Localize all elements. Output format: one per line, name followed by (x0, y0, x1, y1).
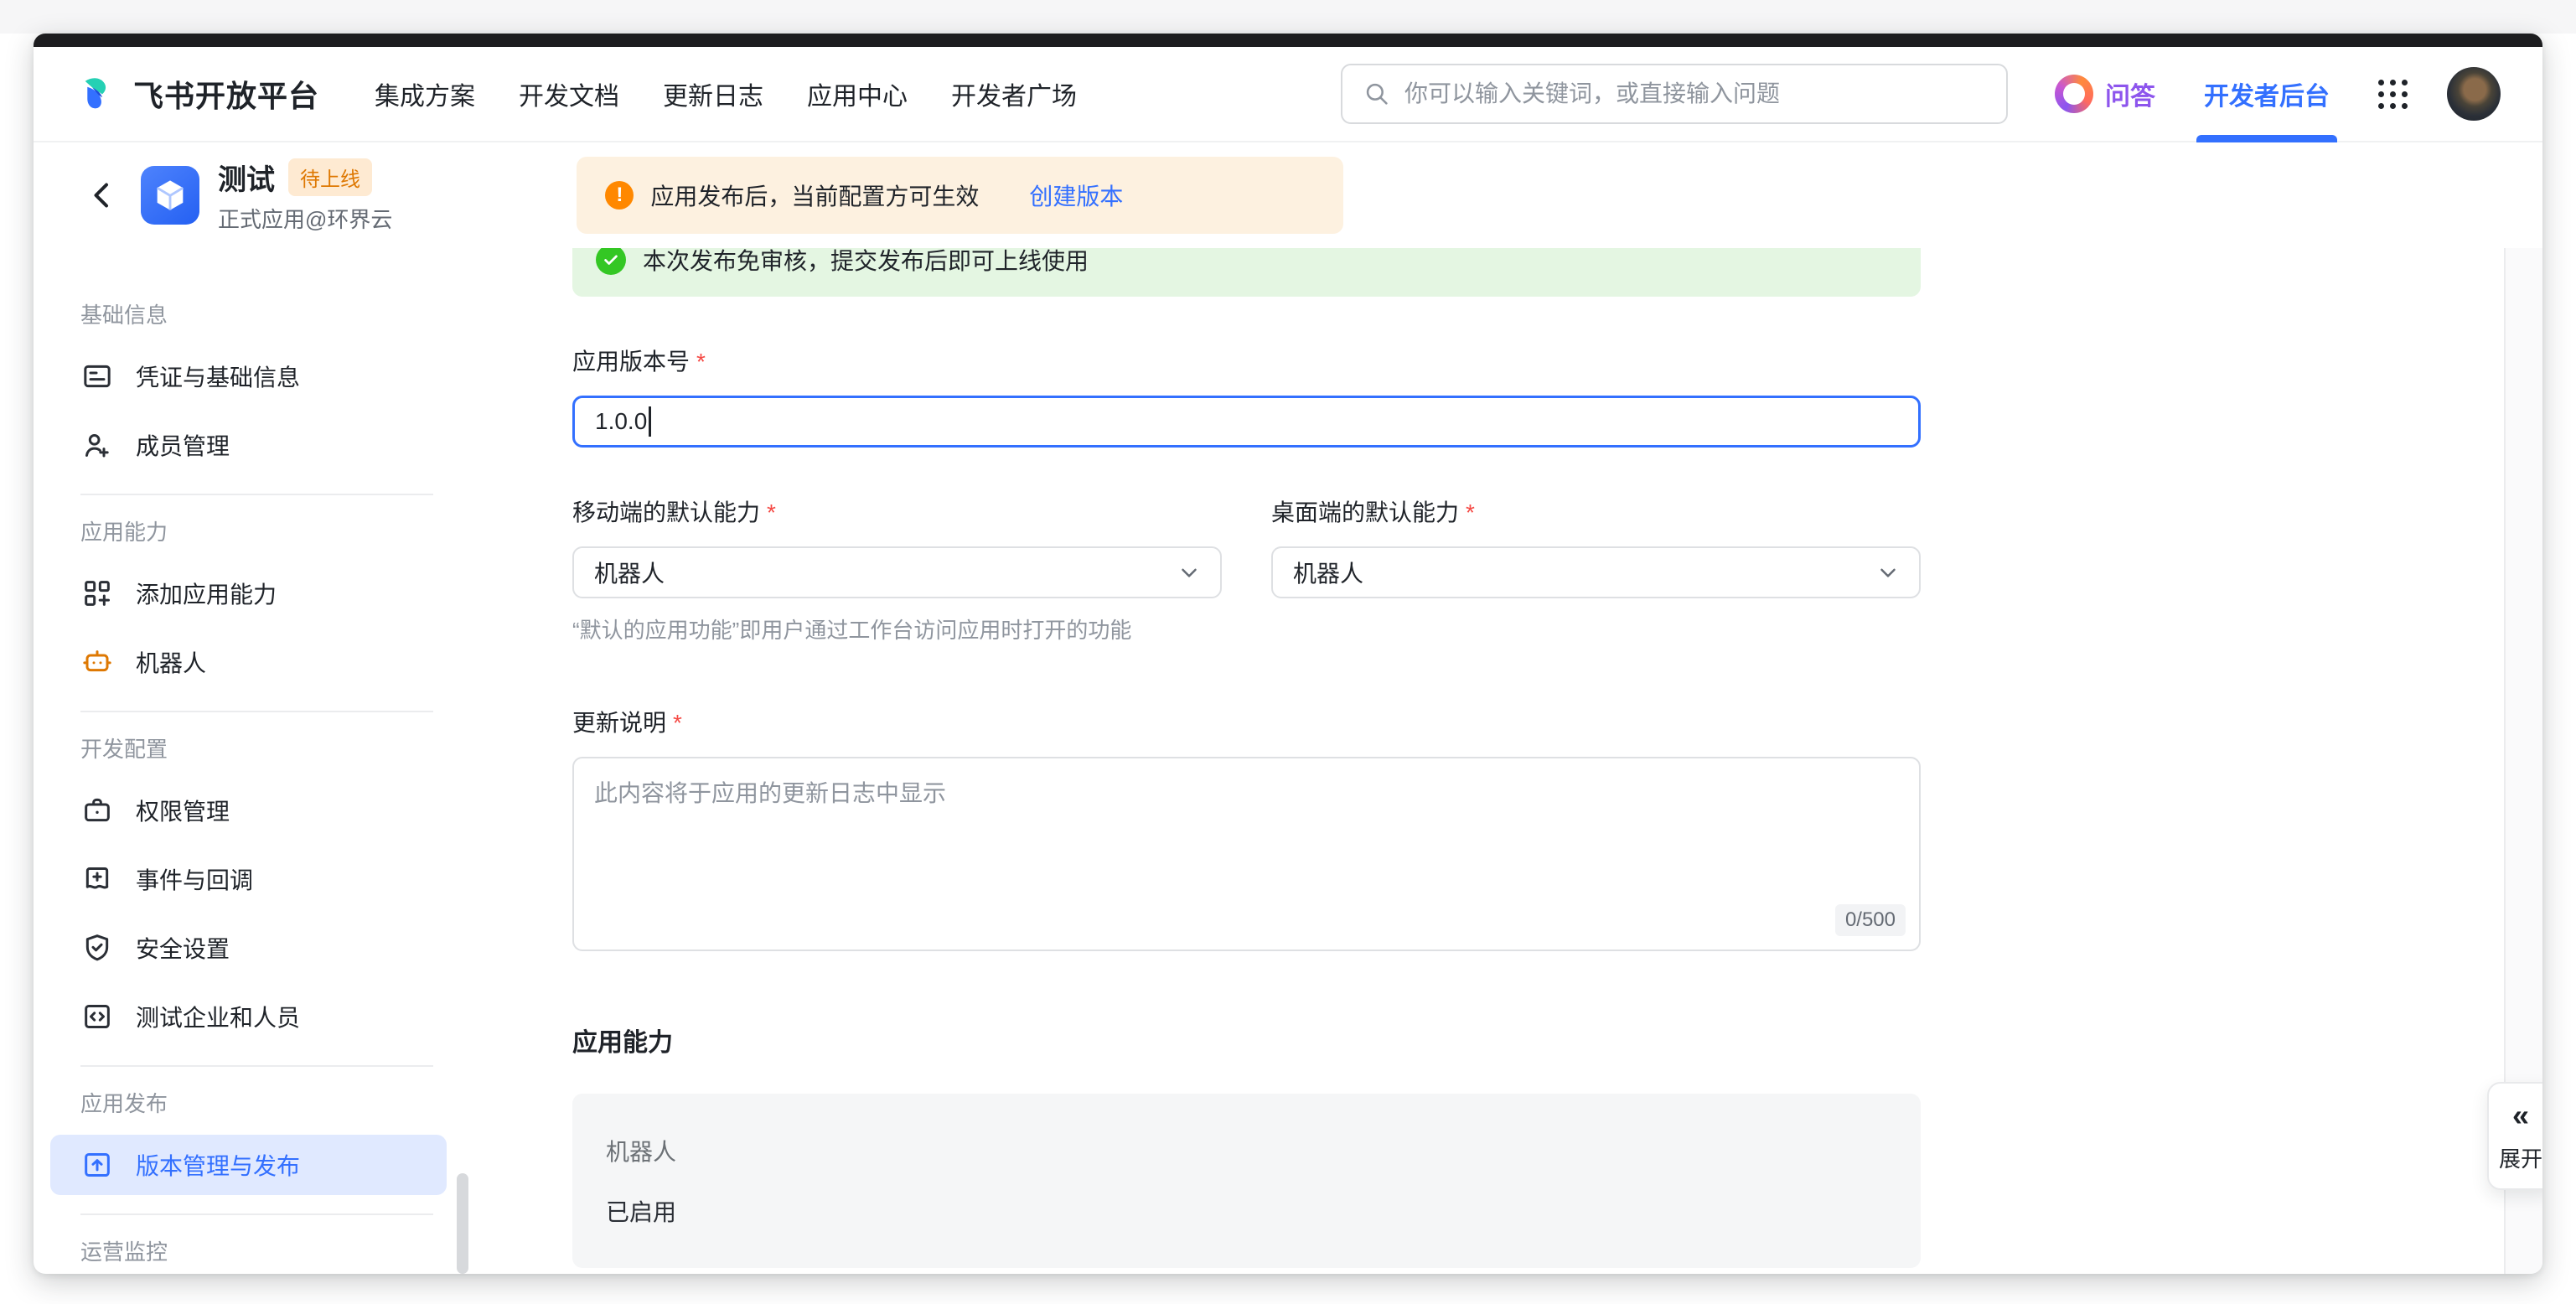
right-panel-rail: « 展开 (2504, 248, 2542, 1274)
navbar-right: 问答 开发者后台 (1341, 47, 2501, 141)
app-capability-heading: 应用能力 (572, 1022, 1921, 1058)
app-header: 测试 待上线 正式应用@环界云 ! 应用发布后，当前配置方可生效 创建版本 (34, 142, 2542, 248)
id-card-icon (80, 360, 114, 393)
mobile-capability-label: 移动端的默认能力* (572, 494, 1222, 528)
app-capability-card: 机器人 已启用 (572, 1094, 1921, 1268)
status-badge: 待上线 (288, 158, 372, 196)
desktop-capability-select[interactable]: 机器人 (1271, 546, 1921, 598)
publish-warning-banner: ! 应用发布后，当前配置方可生效 创建版本 (577, 157, 1343, 234)
active-tab-indicator (2196, 135, 2337, 142)
sidebar-item-credentials[interactable]: 凭证与基础信息 (50, 346, 447, 406)
update-note-field: 0/500 (572, 757, 1921, 951)
version-input[interactable]: 1.0.0 (572, 396, 1921, 448)
app-meta: 测试 待上线 正式应用@环界云 (218, 157, 392, 234)
update-note-textarea[interactable] (574, 758, 1919, 950)
chevron-down-icon (1177, 560, 1202, 585)
search-input[interactable] (1404, 80, 1986, 107)
text-caret (649, 406, 651, 437)
app-icon (141, 166, 199, 225)
sidebar-item-events-callbacks[interactable]: 事件与回调 (50, 849, 447, 909)
app-grid-icon[interactable] (2375, 76, 2410, 111)
qa-ring-icon (2055, 75, 2093, 113)
briefcase-icon (80, 794, 114, 827)
sidebar-section-dev-config: 开发配置 (80, 732, 447, 763)
top-navbar: 飞书开放平台 集成方案 开发文档 更新日志 应用中心 开发者广场 问答 开发者后… (34, 47, 2542, 142)
feishu-logo-icon (78, 72, 122, 116)
notice-text: 本次发布免审核，提交发布后即可上线使用 (643, 248, 1089, 277)
nav-item-changelog[interactable]: 更新日志 (663, 75, 763, 112)
back-button[interactable] (84, 177, 121, 214)
primary-nav: 集成方案 开发文档 更新日志 应用中心 开发者广场 (375, 75, 1077, 112)
update-note-label: 更新说明* (572, 705, 1921, 738)
expand-label: 展开 (2489, 1142, 2542, 1173)
sidebar-divider (80, 711, 433, 712)
char-counter: 0/500 (1835, 904, 1906, 936)
sidebar-item-add-capability[interactable]: 添加应用能力 (50, 563, 447, 624)
version-label: 应用版本号* (572, 344, 1921, 377)
qa-label: 问答 (2105, 75, 2155, 112)
sidebar-section-publish: 应用发布 (80, 1087, 447, 1118)
sidebar-item-version-publish[interactable]: 版本管理与发布 (50, 1135, 447, 1195)
double-chevron-left-icon: « (2489, 1100, 2542, 1131)
sidebar-divider (80, 1065, 433, 1067)
global-search[interactable] (1341, 64, 2008, 124)
nav-item-integration[interactable]: 集成方案 (375, 75, 475, 112)
browser-window: 飞书开放平台 集成方案 开发文档 更新日志 应用中心 开发者广场 问答 开发者后… (34, 34, 2542, 1274)
robot-icon (80, 645, 114, 679)
sidebar-divider (80, 1213, 433, 1215)
expand-panel-button[interactable]: « 展开 (2487, 1082, 2542, 1190)
app-subtitle: 正式应用@环界云 (218, 203, 392, 234)
developer-console-tab[interactable]: 开发者后台 (2199, 47, 2335, 141)
version-value: 1.0.0 (595, 408, 647, 435)
sidebar-item-permissions[interactable]: 权限管理 (50, 780, 447, 841)
check-icon (596, 248, 626, 275)
nav-item-docs[interactable]: 开发文档 (519, 75, 619, 112)
desktop-capability-value: 机器人 (1293, 556, 1363, 589)
shield-check-icon (80, 931, 114, 965)
avatar[interactable] (2447, 67, 2501, 121)
sidebar: 基础信息 凭证与基础信息 成员管理 应用能力 添加应用能力 (34, 248, 447, 1274)
cube-icon (151, 176, 189, 215)
sidebar-section-basic-info: 基础信息 (80, 298, 447, 329)
sidebar-section-monitoring: 运营监控 (80, 1235, 447, 1266)
qa-link[interactable]: 问答 (2055, 75, 2155, 113)
mobile-capability-select[interactable]: 机器人 (572, 546, 1222, 598)
console-label: 开发者后台 (2204, 83, 2330, 111)
search-icon (1363, 80, 1391, 108)
app-title: 测试 (218, 157, 275, 198)
nav-item-dev-plaza[interactable]: 开发者广场 (951, 75, 1077, 112)
feishu-logo[interactable]: 飞书开放平台 (78, 72, 319, 116)
capability-status: 已启用 (606, 1194, 1887, 1228)
required-mark: * (696, 349, 706, 375)
success-notice-banner: 本次发布免审核，提交发布后即可上线使用 (572, 248, 1921, 297)
back-chevron-icon (85, 179, 119, 212)
capability-hint: “默认的应用功能”即用户通过工作台访问应用时打开的功能 (572, 613, 1921, 644)
sidebar-item-members[interactable]: 成员管理 (50, 415, 447, 475)
nav-item-app-center[interactable]: 应用中心 (807, 75, 908, 112)
warning-text: 应用发布后，当前配置方可生效 (650, 179, 979, 212)
code-box-icon (80, 1000, 114, 1033)
mobile-capability-value: 机器人 (594, 556, 665, 589)
grid-add-icon (80, 577, 114, 610)
event-callback-icon (80, 862, 114, 896)
sidebar-item-security[interactable]: 安全设置 (50, 918, 447, 978)
sidebar-divider (80, 494, 433, 495)
sidebar-item-test-company[interactable]: 测试企业和人员 (50, 986, 447, 1047)
desktop-backdrop (0, 0, 2576, 34)
sidebar-section-capabilities: 应用能力 (80, 515, 447, 546)
logo-text: 飞书开放平台 (133, 72, 319, 116)
desktop-capability-label: 桌面端的默认能力* (1271, 494, 1921, 528)
warning-icon: ! (605, 181, 634, 210)
main-content: 本次发布免审核，提交发布后即可上线使用 应用版本号* 1.0.0 移动端的默认能… (447, 248, 2504, 1274)
create-version-link[interactable]: 创建版本 (1029, 179, 1123, 212)
publish-icon (80, 1148, 114, 1182)
capability-name: 机器人 (606, 1134, 1887, 1167)
user-add-icon (80, 428, 114, 462)
chevron-down-icon (1875, 560, 1901, 585)
window-titlebar (34, 34, 2542, 47)
sidebar-item-bot[interactable]: 机器人 (50, 632, 447, 692)
